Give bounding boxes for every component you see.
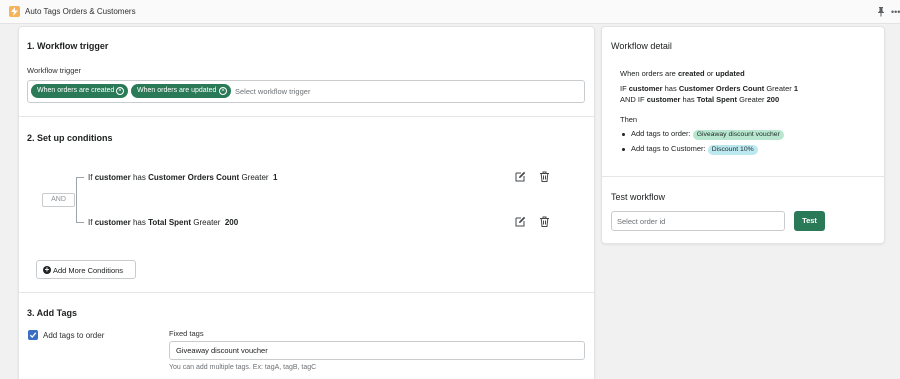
conditions-section-title: 2. Set up conditions xyxy=(27,133,113,143)
add-tags-to-order-label: Add tags to order xyxy=(43,331,105,340)
section-divider xyxy=(602,176,884,177)
trigger-field-label: Workflow trigger xyxy=(27,66,82,75)
plus-circle-icon: + xyxy=(43,265,51,274)
order-id-input[interactable]: Select order id xyxy=(611,211,785,231)
trash-icon[interactable] xyxy=(539,216,550,227)
detail-condition-1: IF customer has Customer Orders Count Gr… xyxy=(620,84,799,93)
remove-chip-icon[interactable]: × xyxy=(116,87,124,95)
section-divider xyxy=(19,292,594,293)
more-horizontal-icon[interactable]: ••• xyxy=(891,8,900,17)
trigger-chip-label: When orders are created xyxy=(37,87,115,94)
fixed-tags-help-text: You can add multiple tags. Ex: tagA, tag… xyxy=(169,364,317,371)
pin-icon[interactable] xyxy=(876,6,886,17)
order-id-placeholder: Select order id xyxy=(617,217,666,226)
bullet-icon xyxy=(622,133,625,136)
trigger-placeholder: Select workflow trigger xyxy=(235,87,311,96)
customer-tag-pill: Discount 10% xyxy=(707,145,758,155)
app-title: Auto Tags Orders & Customers xyxy=(25,7,136,16)
test-button[interactable]: Test xyxy=(794,211,825,231)
detail-then-label: Then xyxy=(620,115,638,124)
add-tags-to-order-checkbox[interactable] xyxy=(28,330,38,340)
detail-action-order: Add tags to order: Giveaway discount vou… xyxy=(631,129,784,140)
workflow-detail-title: Workflow detail xyxy=(611,41,672,51)
trash-icon[interactable] xyxy=(539,171,550,182)
bullet-icon xyxy=(622,148,625,151)
trigger-chip-created[interactable]: When orders are created × xyxy=(31,84,128,98)
condition-bracket xyxy=(76,177,84,223)
detail-trigger-summary: When orders are created or updated xyxy=(620,69,745,78)
trigger-chip-label: When orders are updated xyxy=(137,87,217,94)
order-tag-pill: Giveaway discount voucher xyxy=(692,130,784,140)
fixed-tags-label: Fixed tags xyxy=(169,329,204,338)
bolt-icon xyxy=(9,6,20,17)
edit-icon[interactable] xyxy=(515,171,526,182)
add-more-conditions-button[interactable]: + Add More Conditions xyxy=(36,260,136,279)
edit-icon[interactable] xyxy=(515,216,526,227)
detail-condition-2: AND IF customer has Total Spent Greater … xyxy=(620,95,780,104)
tags-section-title: 3. Add Tags xyxy=(27,308,78,318)
remove-chip-icon[interactable]: × xyxy=(219,87,227,95)
and-operator-button[interactable]: AND xyxy=(42,193,75,207)
trigger-section-title: 1. Workflow trigger xyxy=(27,41,109,51)
condition-row: If customer has Customer Orders Count Gr… xyxy=(88,173,278,182)
add-more-conditions-label: Add More Conditions xyxy=(53,266,124,275)
workflow-editor-card xyxy=(18,26,595,379)
detail-action-customer: Add tags to Customer: Discount 10% xyxy=(631,144,758,155)
app-title-bar: Auto Tags Orders & Customers ••• xyxy=(0,0,900,24)
test-workflow-title: Test workflow xyxy=(611,192,666,202)
fixed-tags-input[interactable]: Giveaway discount voucher xyxy=(169,341,585,360)
trigger-chip-updated[interactable]: When orders are updated × xyxy=(131,84,231,98)
condition-row: If customer has Total Spent Greater 200 xyxy=(88,218,239,227)
section-divider xyxy=(19,116,594,117)
